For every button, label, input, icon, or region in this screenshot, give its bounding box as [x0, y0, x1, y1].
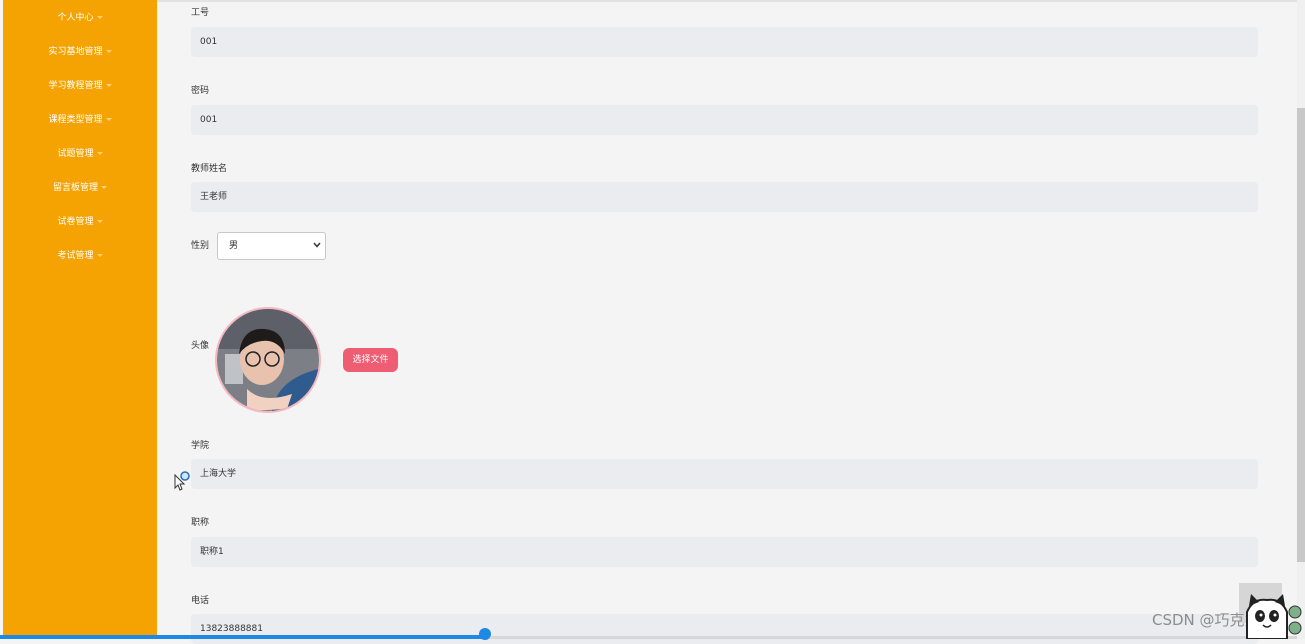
avatar-label: 头像: [191, 341, 210, 351]
title-input[interactable]: [191, 537, 1258, 567]
choose-file-button[interactable]: 选择文件: [343, 348, 398, 372]
caret-down-icon: [105, 118, 112, 121]
sidebar-item-label: 留言板管理: [52, 183, 98, 193]
mouse-cursor-icon: [174, 471, 190, 491]
sidebar-item-label: 课程类型管理: [48, 115, 103, 125]
gender-select[interactable]: 男: [217, 232, 326, 260]
sidebar-item-internship-base[interactable]: 实习基地管理: [3, 46, 157, 58]
sidebar-item-course-type[interactable]: 课程类型管理: [3, 114, 157, 126]
sidebar-item-label: 考试管理: [57, 251, 94, 261]
sidebar-item-label: 个人中心: [57, 13, 94, 23]
video-progress-knob[interactable]: [479, 628, 491, 640]
sidebar-item-tutorial[interactable]: 学习教程管理: [3, 80, 157, 92]
sidebar-item-questions[interactable]: 试题管理: [3, 148, 157, 160]
employee-id-input[interactable]: [191, 27, 1258, 57]
college-input[interactable]: [191, 459, 1258, 489]
phone-input[interactable]: [191, 614, 1258, 644]
sidebar-item-exams[interactable]: 考试管理: [3, 250, 157, 262]
phone-label: 电话: [191, 596, 210, 606]
chevron-down-icon: [313, 242, 321, 248]
caret-down-icon: [105, 50, 112, 53]
sidebar-item-label: 学习教程管理: [48, 81, 103, 91]
teacher-name-label: 教师姓名: [191, 164, 228, 174]
title-label: 职称: [191, 518, 210, 528]
caret-down-icon: [96, 16, 103, 19]
avatar-image: [215, 307, 321, 413]
sidebar-item-label: 实习基地管理: [48, 47, 103, 57]
college-label: 学院: [191, 441, 210, 451]
caret-down-icon: [96, 254, 103, 257]
caret-down-icon: [105, 84, 112, 87]
top-divider: [157, 0, 1297, 2]
sidebar: 个人中心 实习基地管理 学习教程管理 课程类型管理 试题管理 留言板管理 试卷管…: [3, 0, 157, 635]
employee-id-label: 工号: [191, 8, 210, 18]
caret-down-icon: [101, 186, 107, 189]
scrollbar-thumb[interactable]: [1297, 108, 1305, 562]
gender-label: 性别: [191, 241, 210, 251]
gender-selected-value: 男: [229, 241, 239, 251]
sidebar-item-personal-center[interactable]: 个人中心: [3, 12, 157, 24]
password-input[interactable]: [191, 105, 1258, 135]
password-label: 密码: [191, 86, 210, 96]
teacher-name-input[interactable]: [191, 182, 1258, 212]
sidebar-item-label: 试题管理: [57, 149, 94, 159]
video-progress-bar[interactable]: [0, 635, 486, 639]
sidebar-item-label: 试卷管理: [57, 217, 94, 227]
sidebar-item-message-board[interactable]: 留言板管理: [3, 182, 157, 194]
sidebar-item-papers[interactable]: 试卷管理: [3, 216, 157, 228]
cat-mascot-icon: [1246, 594, 1302, 639]
caret-down-icon: [96, 220, 103, 223]
caret-down-icon: [96, 152, 103, 155]
